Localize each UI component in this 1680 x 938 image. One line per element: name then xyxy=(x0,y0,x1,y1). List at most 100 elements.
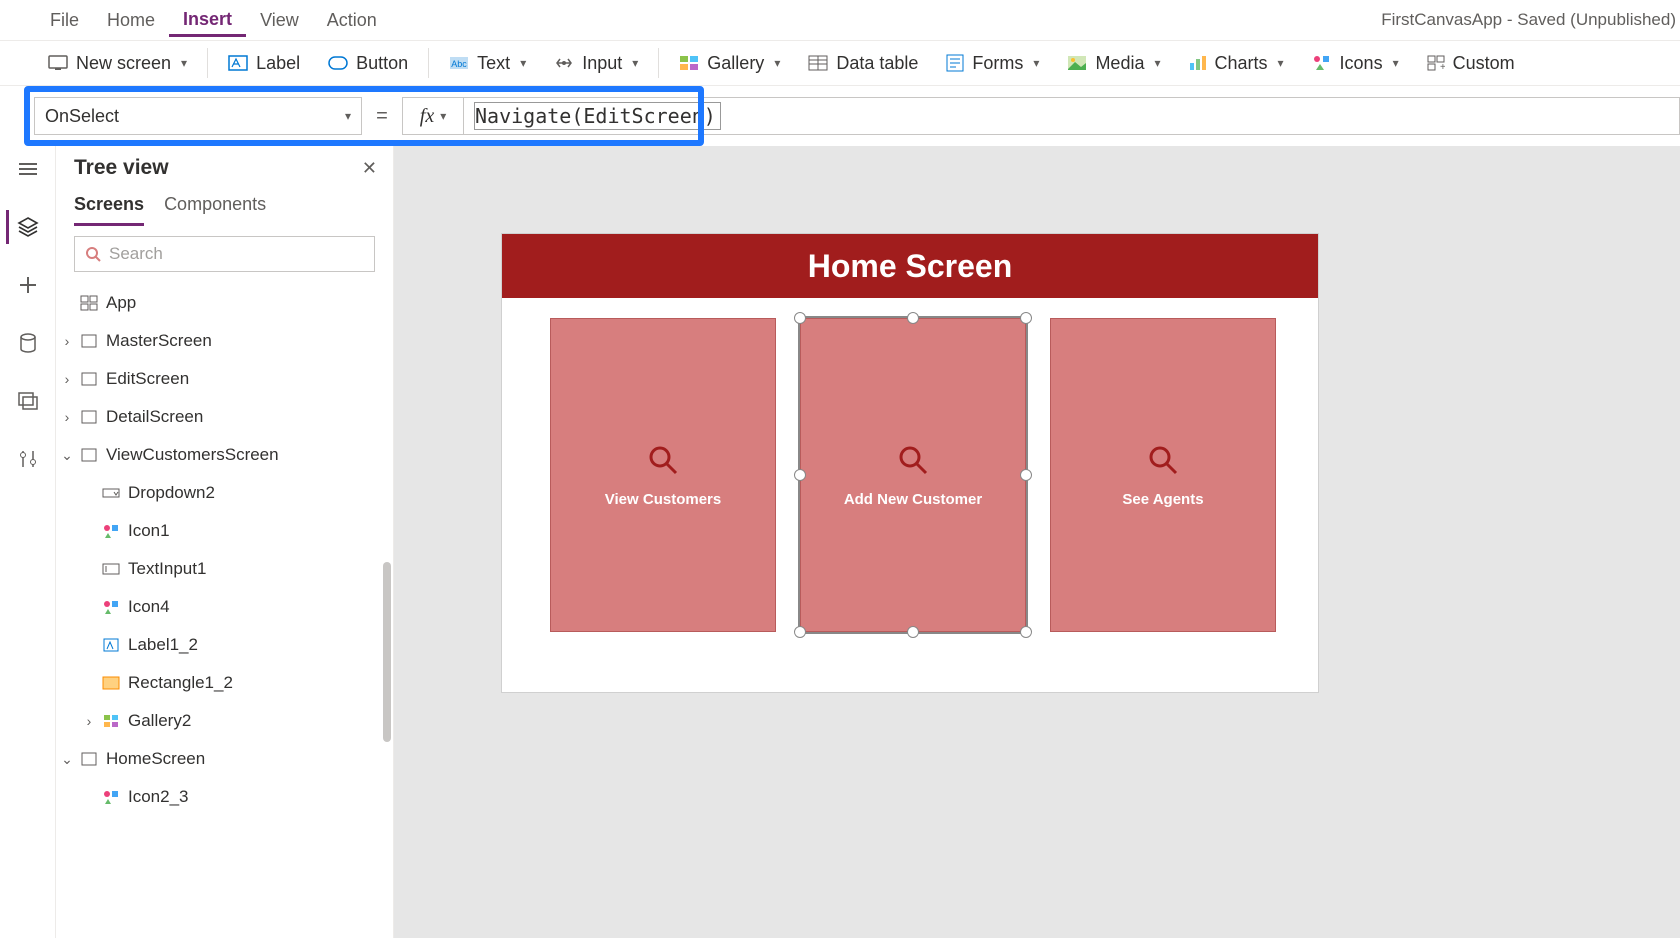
tree-node-dropdown2[interactable]: Dropdown2 xyxy=(56,474,393,512)
chevron-down-icon: ▾ xyxy=(1393,56,1399,70)
tree-node-icon2-3[interactable]: Icon2_3 xyxy=(56,778,393,816)
menu-insert[interactable]: Insert xyxy=(169,3,246,37)
tree-node-app[interactable]: App xyxy=(56,284,393,322)
tree-node-masterscreen[interactable]: › MasterScreen xyxy=(56,322,393,360)
new-screen-label: New screen xyxy=(76,53,171,74)
menu-action[interactable]: Action xyxy=(313,4,391,37)
data-table-button-label: Data table xyxy=(836,53,918,74)
magnifier-icon xyxy=(646,443,680,477)
screen-node-icon xyxy=(78,372,100,386)
chevron-right-icon: › xyxy=(60,371,74,387)
tree-view-title: Tree view xyxy=(74,156,169,180)
text-button[interactable]: Abc Text ▾ xyxy=(435,41,540,85)
label-button-label: Label xyxy=(256,53,300,74)
tab-screens[interactable]: Screens xyxy=(74,188,144,226)
resize-handle[interactable] xyxy=(794,469,806,481)
top-menu-bar: File Home Insert View Action FirstCanvas… xyxy=(0,0,1680,40)
tree-label: Rectangle1_2 xyxy=(128,673,233,693)
resize-handle[interactable] xyxy=(907,312,919,324)
resize-handle[interactable] xyxy=(1020,626,1032,638)
app-icon xyxy=(78,295,100,311)
chevron-down-icon: ▾ xyxy=(345,109,351,123)
forms-icon xyxy=(946,54,964,72)
tree-label: MasterScreen xyxy=(106,331,212,351)
property-dropdown-value: OnSelect xyxy=(45,106,119,127)
formula-bar: OnSelect ▾ = fx ▾ Navigate(EditScreen) xyxy=(34,96,1680,136)
forms-button[interactable]: Forms ▾ xyxy=(932,41,1053,85)
resize-handle[interactable] xyxy=(1020,312,1032,324)
card-see-agents[interactable]: See Agents xyxy=(1050,318,1276,632)
resize-handle[interactable] xyxy=(907,626,919,638)
rail-data[interactable] xyxy=(8,326,48,360)
card-add-new-customer[interactable]: Add New Customer xyxy=(800,318,1026,632)
tree-node-icon1[interactable]: Icon1 xyxy=(56,512,393,550)
rail-advanced[interactable] xyxy=(8,442,48,476)
tree-search-input[interactable]: Search xyxy=(74,236,375,272)
formula-input[interactable]: Navigate(EditScreen) xyxy=(464,97,1680,135)
icons-button[interactable]: Icons ▾ xyxy=(1298,41,1413,85)
button-button[interactable]: Button xyxy=(314,41,422,85)
media-button[interactable]: Media ▾ xyxy=(1053,41,1174,85)
label-button[interactable]: Label xyxy=(214,41,314,85)
tree-label: Icon2_3 xyxy=(128,787,189,807)
screen-icon xyxy=(48,55,68,71)
close-panel-button[interactable]: ✕ xyxy=(362,158,377,179)
icon-node-icon xyxy=(100,789,122,805)
tree-node-viewcustomersscreen[interactable]: ⌄ ViewCustomersScreen xyxy=(56,436,393,474)
chevron-right-icon: › xyxy=(82,713,96,729)
tree-node-homescreen[interactable]: ⌄ HomeScreen xyxy=(56,740,393,778)
chevron-down-icon: ▾ xyxy=(1033,56,1039,70)
textinput-node-icon xyxy=(100,563,122,575)
resize-handle[interactable] xyxy=(794,312,806,324)
tree-label: App xyxy=(106,293,136,313)
tree-label: HomeScreen xyxy=(106,749,205,769)
rail-media[interactable] xyxy=(8,384,48,418)
charts-button-label: Charts xyxy=(1215,53,1268,74)
tree-node-label1-2[interactable]: Label1_2 xyxy=(56,626,393,664)
custom-button[interactable]: + Custom xyxy=(1413,41,1529,85)
tree-node-textinput1[interactable]: TextInput1 xyxy=(56,550,393,588)
rail-tree-view[interactable] xyxy=(6,210,46,244)
chevron-down-icon: ▾ xyxy=(1154,56,1160,70)
ribbon-separator xyxy=(658,48,659,78)
tree-node-detailscreen[interactable]: › DetailScreen xyxy=(56,398,393,436)
tree-node-gallery2[interactable]: › Gallery2 xyxy=(56,702,393,740)
formula-expression: Navigate(EditScreen) xyxy=(474,102,721,130)
resize-handle[interactable] xyxy=(794,626,806,638)
gallery-button[interactable]: Gallery ▾ xyxy=(665,41,794,85)
home-cards-row: View Customers Add New Customer xyxy=(550,318,1278,632)
screen-node-icon xyxy=(78,334,100,348)
tab-components[interactable]: Components xyxy=(164,188,266,226)
tree-node-editscreen[interactable]: › EditScreen xyxy=(56,360,393,398)
icon-node-icon xyxy=(100,599,122,615)
database-icon xyxy=(19,333,37,353)
fx-dropdown[interactable]: fx ▾ xyxy=(402,97,464,135)
property-dropdown[interactable]: OnSelect ▾ xyxy=(34,97,362,135)
plus-icon xyxy=(19,276,37,294)
menu-home[interactable]: Home xyxy=(93,4,169,37)
tree-label: ViewCustomersScreen xyxy=(106,445,279,465)
custom-icon: + xyxy=(1427,55,1445,71)
input-button[interactable]: Input ▾ xyxy=(540,41,652,85)
button-button-label: Button xyxy=(356,53,408,74)
ribbon-separator xyxy=(428,48,429,78)
screen-title-text: Home Screen xyxy=(808,248,1013,285)
card-view-customers[interactable]: View Customers xyxy=(550,318,776,632)
new-screen-button[interactable]: New screen ▾ xyxy=(34,41,201,85)
charts-button[interactable]: Charts ▾ xyxy=(1175,41,1298,85)
card-see-agents-wrap: See Agents xyxy=(1050,318,1276,632)
tree-node-icon4[interactable]: Icon4 xyxy=(56,588,393,626)
design-canvas[interactable]: Home Screen View Customers Add New Custo… xyxy=(394,146,1680,938)
rail-hamburger[interactable] xyxy=(8,152,48,186)
tree-search-placeholder: Search xyxy=(109,244,163,264)
forms-button-label: Forms xyxy=(972,53,1023,74)
rail-insert[interactable] xyxy=(8,268,48,302)
tree-scrollbar[interactable] xyxy=(383,562,391,742)
layers-icon xyxy=(17,217,39,237)
menu-view[interactable]: View xyxy=(246,4,313,37)
tree-label: Icon1 xyxy=(128,521,170,541)
tree-node-rectangle1-2[interactable]: Rectangle1_2 xyxy=(56,664,393,702)
menu-file[interactable]: File xyxy=(36,4,93,37)
resize-handle[interactable] xyxy=(1020,469,1032,481)
data-table-button[interactable]: Data table xyxy=(794,41,932,85)
